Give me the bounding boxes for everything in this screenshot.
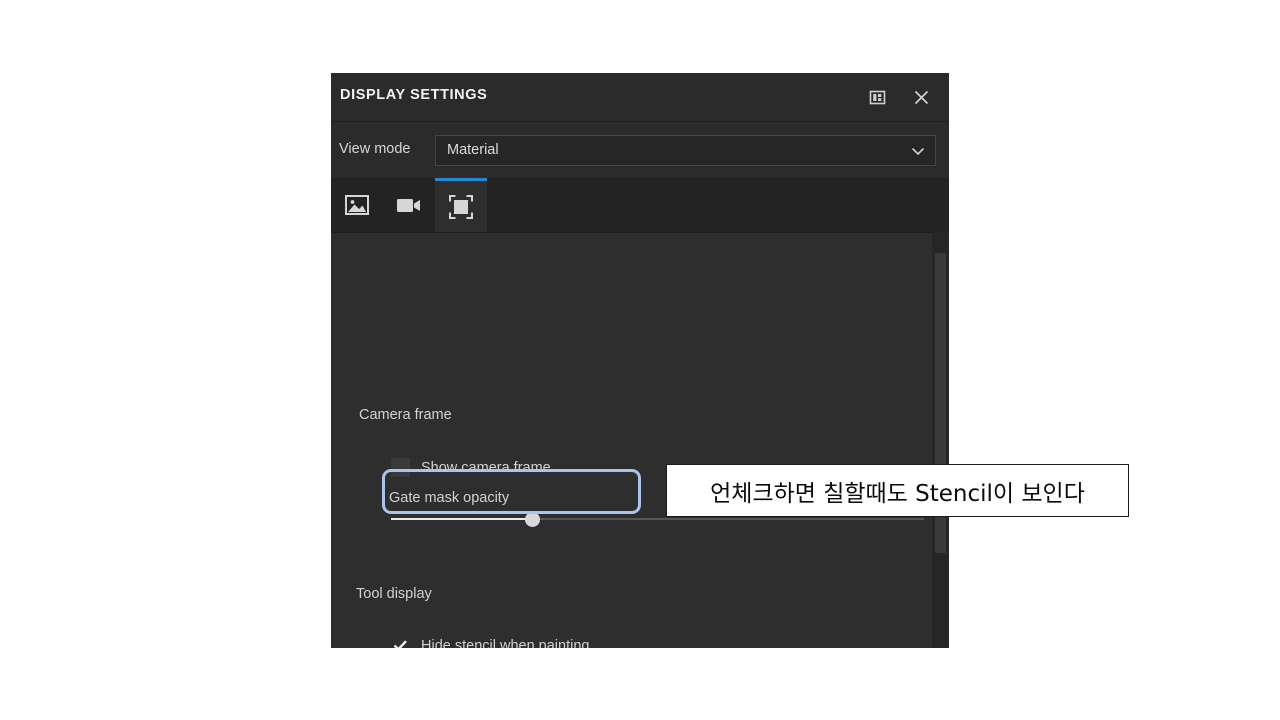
- checkbox-label-hide-stencil: Hide stencil when painting: [421, 637, 590, 649]
- image-icon: [345, 195, 369, 215]
- settings-content: Camera frame Show camera frame Gate mask…: [331, 233, 932, 648]
- view-mode-label: View mode: [339, 141, 411, 157]
- view-mode-value: Material: [447, 142, 499, 158]
- label-gate-mask-opacity: Gate mask opacity: [389, 490, 510, 506]
- view-mode-row: View mode Material: [331, 122, 949, 178]
- view-mode-dropdown[interactable]: Material: [435, 135, 936, 166]
- check-icon: [393, 640, 407, 648]
- tab-strip: [331, 178, 949, 233]
- tab-image[interactable]: [331, 178, 383, 232]
- slider-fill-gate-mask: [391, 518, 533, 520]
- viewport-frame-icon: [449, 194, 473, 219]
- close-icon[interactable]: [907, 83, 935, 111]
- tab-video[interactable]: [383, 178, 435, 232]
- checkbox-label-show-camera-frame: Show camera frame: [421, 459, 551, 476]
- close-glyph: [914, 90, 928, 104]
- tab-viewport-frame[interactable]: [435, 178, 487, 232]
- annotation-text: 언체크하면 칠할때도 Stencil이 보인다: [710, 480, 1085, 507]
- checkbox-box-show-camera-frame: [391, 458, 410, 477]
- vertical-scrollbar[interactable]: [932, 231, 949, 648]
- panel-layout-glyph: [869, 90, 885, 104]
- section-heading-tool-display: Tool display: [356, 586, 432, 602]
- checkbox-hide-stencil-when-painting[interactable]: Hide stencil when painting: [391, 636, 589, 648]
- annotation-callout: 언체크하면 칠할때도 Stencil이 보인다: [666, 464, 1129, 517]
- checkbox-box-hide-stencil: [391, 636, 410, 648]
- panel-titlebar: DISPLAY SETTINGS: [331, 73, 949, 122]
- section-heading-camera-frame: Camera frame: [359, 407, 452, 423]
- panel-title: DISPLAY SETTINGS: [340, 87, 488, 103]
- slider-track-gate-mask: [533, 518, 924, 520]
- panel-layout-icon[interactable]: [863, 83, 891, 111]
- checkbox-show-camera-frame[interactable]: Show camera frame: [391, 458, 551, 477]
- settings-scroll-area: Camera frame Show camera frame Gate mask…: [331, 233, 949, 648]
- video-camera-icon: [397, 199, 420, 212]
- chevron-down-icon: [911, 147, 925, 156]
- slider-knob-gate-mask[interactable]: [525, 512, 540, 527]
- display-settings-panel: DISPLAY SETTINGS View mode Material Came…: [331, 73, 949, 648]
